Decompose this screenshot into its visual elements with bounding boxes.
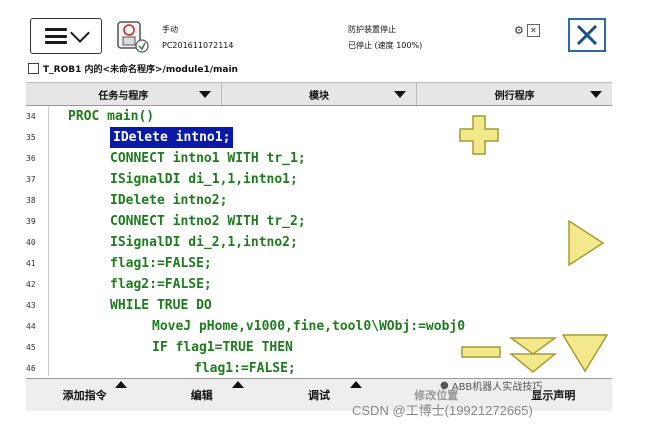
line-number: 45 [26, 343, 36, 352]
line-number: 43 [26, 301, 36, 310]
line-number: 44 [26, 322, 36, 331]
code-text: flag1:=FALSE; [194, 361, 296, 376]
status-tray[interactable]: ⚙ ✕ [514, 24, 540, 37]
zoom-out-button[interactable] [460, 344, 502, 360]
line-number: 39 [26, 217, 36, 226]
tab-tasks-and-programs[interactable]: 任务与程序 [26, 83, 222, 105]
up-arrow-icon [232, 381, 245, 388]
line-number: 36 [26, 154, 36, 163]
operating-mode-info[interactable]: 手动 PC201611072114 [162, 22, 234, 54]
up-arrow-icon [349, 381, 362, 388]
code-text: IF flag1=TRUE THEN [152, 340, 293, 355]
line-number: 37 [26, 175, 36, 184]
code-text: MoveJ pHome,v1000,fine,tool0\WObj:=wobj0 [152, 319, 466, 334]
safety-status: 防护装置停止 [348, 25, 396, 34]
hamburger-icon [45, 28, 67, 44]
code-line[interactable]: 35 IDelete intno1; [26, 127, 612, 148]
close-button[interactable] [568, 18, 606, 52]
code-line[interactable]: 43 WHILE TRUE DO [26, 295, 612, 316]
program-icon [28, 62, 39, 74]
code-text: PROC main() [68, 109, 155, 124]
tab-routines[interactable]: 例行程序 [417, 83, 612, 105]
mode-label: 手动 [162, 25, 178, 34]
close-icon [576, 24, 598, 46]
line-number: 34 [26, 112, 36, 121]
button-label: 添加指令 [62, 389, 107, 402]
robot-operator-icon[interactable] [114, 16, 150, 56]
code-line[interactable]: 37 ISignalDI di_1,1,intno1; [26, 169, 612, 190]
main-menu-button[interactable] [30, 18, 102, 54]
watermark-author: CSDN @工博士(19921272665) [352, 403, 533, 418]
button-label: 编辑 [190, 389, 213, 402]
chevron-down-icon [70, 23, 90, 43]
status-bar: 手动 PC201611072114 防护装置停止 已停止 (速度 100%) ⚙… [26, 14, 612, 58]
code-line[interactable]: 34 PROC main() [26, 106, 612, 127]
robot-unit-icon: ⚙ [514, 24, 524, 37]
scroll-right-button[interactable] [566, 218, 606, 268]
code-text: flag2:=FALSE; [110, 277, 212, 292]
tab-label: 例行程序 [494, 90, 535, 102]
add-instruction-button[interactable]: 添加指令 [26, 379, 143, 411]
controller-name: PC201611072114 [162, 41, 234, 50]
program-tabs: 任务与程序 模块 例行程序 [26, 82, 612, 106]
line-number: 46 [26, 364, 36, 373]
code-line[interactable]: 40 ISignalDI di_2,1,intno2; [26, 232, 612, 253]
code-line[interactable]: 42 flag2:=FALSE; [26, 274, 612, 295]
code-text: WHILE TRUE DO [110, 298, 212, 313]
code-text: IDelete intno2; [110, 193, 228, 208]
tab-modules[interactable]: 模块 [222, 83, 418, 105]
run-status: 已停止 (速度 100%) [348, 41, 423, 50]
scroll-down-button[interactable] [560, 332, 610, 374]
dropdown-arrow-icon [590, 91, 603, 98]
selected-code-text: IDelete intno1; [110, 127, 234, 148]
button-label: 调试 [308, 389, 330, 402]
line-number: 41 [26, 259, 36, 268]
breadcrumb: T_ROB1 内的<未命名程序>/module1/main [26, 60, 612, 76]
line-number: 42 [26, 280, 36, 289]
code-line[interactable]: 36 CONNECT intno1 WITH tr_1; [26, 148, 612, 169]
line-number: 35 [26, 133, 36, 142]
code-line[interactable]: 39 CONNECT intno2 WITH tr_2; [26, 211, 612, 232]
code-text: flag1:=FALSE; [110, 256, 212, 271]
line-number: 40 [26, 238, 36, 247]
dropdown-arrow-icon [394, 91, 407, 98]
wechat-icon: ● [440, 380, 449, 391]
zoom-in-button[interactable] [458, 114, 500, 156]
code-text: CONNECT intno1 WITH tr_1; [110, 151, 306, 166]
dropdown-arrow-icon [198, 91, 211, 98]
up-arrow-icon [115, 381, 128, 388]
tab-label: 任务与程序 [98, 90, 149, 102]
code-line[interactable]: 41 flag1:=FALSE; [26, 253, 612, 274]
controller-status-info[interactable]: 防护装置停止 已停止 (速度 100%) [348, 22, 422, 54]
program-path: T_ROB1 内的<未命名程序>/module1/main [43, 64, 238, 75]
line-number: 38 [26, 196, 36, 205]
flexpendant-window: 手动 PC201611072114 防护装置停止 已停止 (速度 100%) ⚙… [26, 14, 612, 411]
watermark-channel: ● ABB机器人实战技巧 [440, 378, 542, 393]
checkbox-icon: ✕ [526, 24, 540, 37]
code-text: CONNECT intno2 WITH tr_2; [110, 214, 306, 229]
code-text: ISignalDI di_1,1,intno1; [110, 172, 298, 187]
tab-label: 模块 [309, 90, 329, 102]
page-down-button[interactable] [508, 334, 558, 376]
watermark-channel-text: ABB机器人实战技巧 [451, 382, 543, 393]
code-line[interactable]: 38 IDelete intno2; [26, 190, 612, 211]
edit-button[interactable]: 编辑 [143, 379, 260, 411]
code-text: ISignalDI di_2,1,intno2; [110, 235, 298, 250]
